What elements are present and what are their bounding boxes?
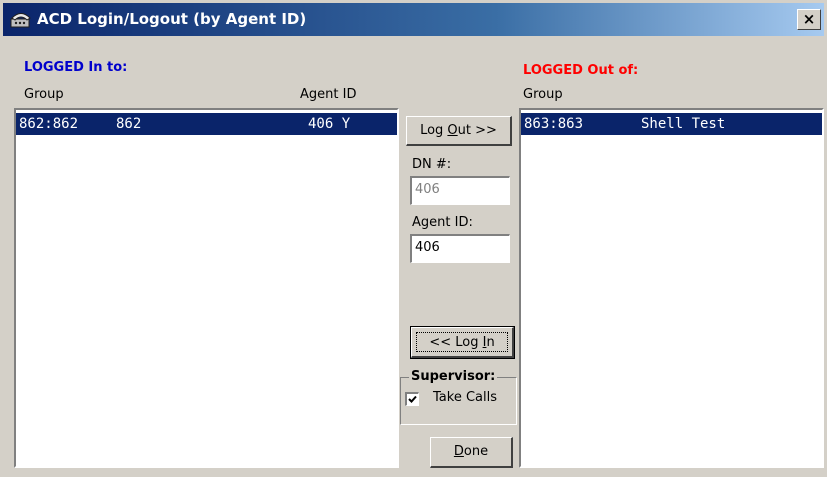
title-bar[interactable]: ACD Login/Logout (by Agent ID) × [3, 3, 824, 36]
take-calls-label[interactable]: Take Calls [433, 390, 497, 405]
agent-id-label: Agent ID: [412, 215, 473, 230]
window-title: ACD Login/Logout (by Agent ID) [37, 10, 307, 28]
logged-in-list-item[interactable]: 862:862 862 406 Y [16, 113, 397, 135]
logged-out-list[interactable]: 863:863 Shell Test [519, 108, 824, 468]
supervisor-label: Supervisor: [409, 369, 498, 384]
logged-out-item-group: 863:863 [524, 116, 584, 132]
logged-in-item-name: 862 [116, 116, 142, 132]
take-calls-checkbox[interactable] [405, 392, 419, 406]
log-out-label-post: ut >> [457, 123, 497, 138]
phone-icon [10, 13, 31, 28]
acd-login-logout-window: ACD Login/Logout (by Agent ID) × LOGGED … [0, 0, 827, 477]
logged-out-heading: LOGGED Out of: [523, 63, 639, 78]
checkmark-icon [408, 395, 417, 403]
close-button[interactable]: × [797, 9, 821, 30]
logged-in-item-group: 862:862 [19, 116, 79, 132]
logged-out-group-column-header: Group [523, 87, 563, 102]
log-out-label-accel: O [447, 123, 458, 138]
log-out-button[interactable]: Log Out >> [406, 116, 512, 146]
logged-in-list[interactable]: 862:862 862 406 Y [14, 108, 399, 468]
done-label-accel: D [453, 444, 464, 459]
logged-in-agent-id-column-header: Agent ID [300, 87, 357, 102]
close-icon: × [802, 10, 816, 28]
logged-out-item-name: Shell Test [641, 116, 726, 132]
logged-in-heading: LOGGED In to: [24, 60, 128, 75]
logged-in-group-column-header: Group [24, 87, 64, 102]
dn-field: 406 [410, 176, 510, 205]
done-label-post: one [463, 444, 489, 459]
log-out-label-pre: Log [420, 123, 448, 138]
logged-in-item-agent-id: 406 Y [308, 116, 351, 132]
logged-out-list-item[interactable]: 863:863 Shell Test [521, 113, 822, 135]
agent-id-field[interactable]: 406 [410, 234, 510, 263]
dn-label: DN #: [412, 157, 452, 172]
log-in-button[interactable]: << Log In [410, 326, 515, 359]
focus-rectangle [416, 332, 508, 352]
done-button[interactable]: Done [430, 437, 513, 468]
